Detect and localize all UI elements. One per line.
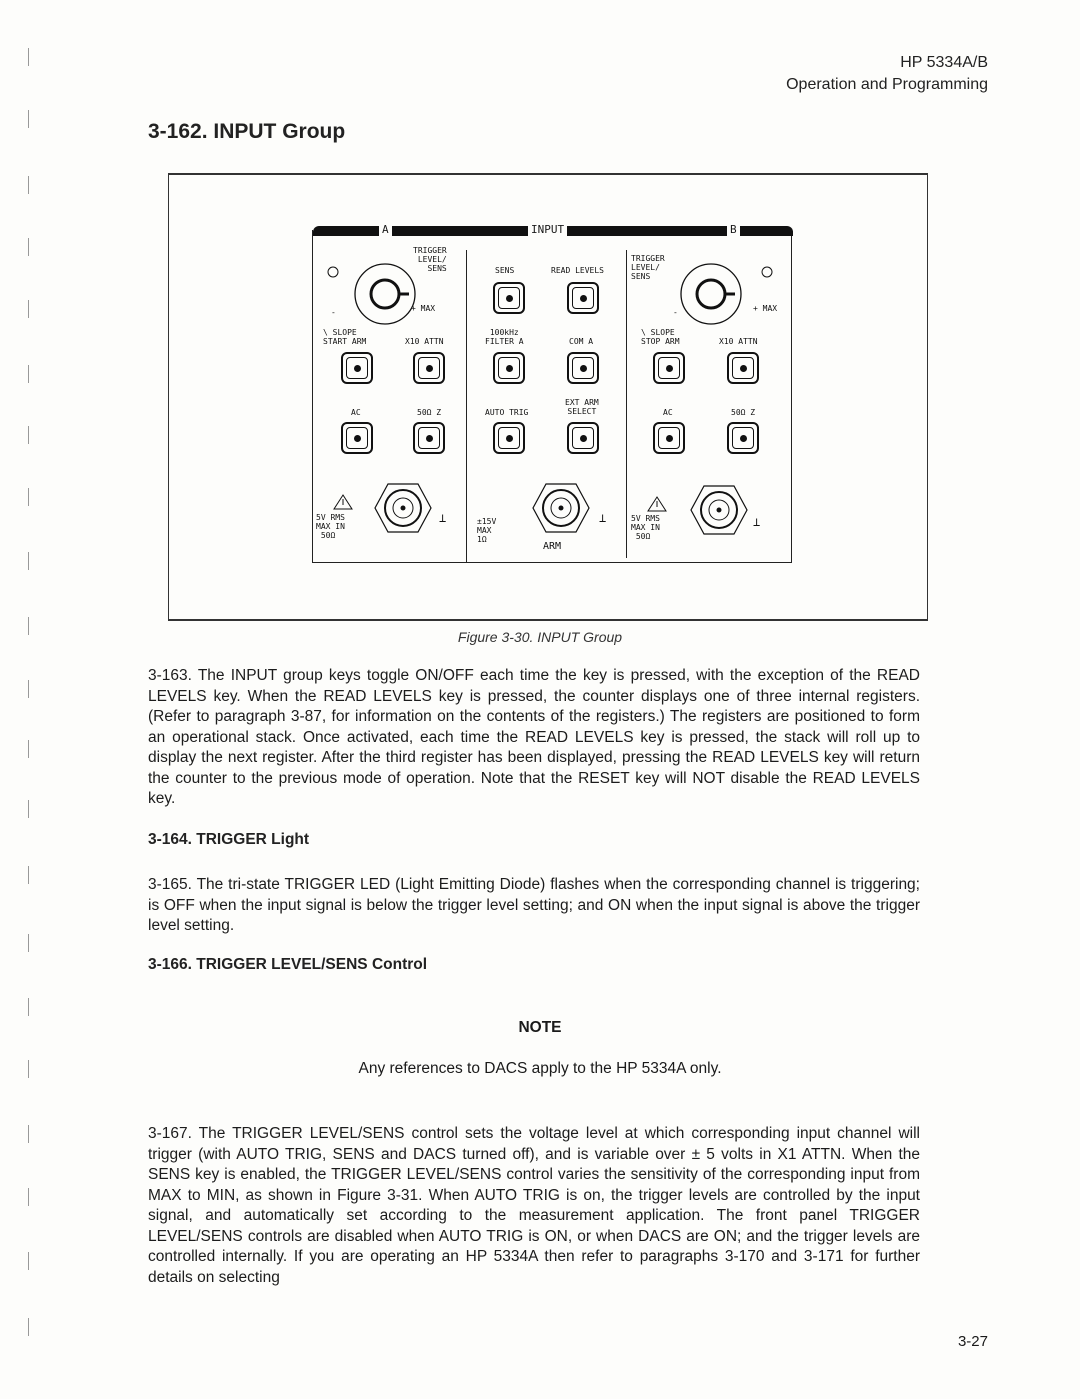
ground-icon-b: ⊥ — [753, 515, 761, 529]
minus-label-b: - — [673, 308, 678, 317]
binding-mark — [28, 1252, 41, 1270]
divider-right — [626, 250, 627, 558]
ext-arm-select-key[interactable] — [567, 422, 599, 454]
heading-3-166: 3-166. TRIGGER LEVEL/SENS Control — [148, 956, 428, 973]
ac-label-b: AC — [663, 408, 673, 417]
start-arm-label: \ SLOPE START ARM — [323, 328, 367, 346]
binding-mark — [28, 488, 41, 506]
filter-a-key[interactable] — [493, 352, 525, 384]
ext-arm-label: EXT ARM SELECT — [565, 398, 599, 416]
binding-mark — [28, 300, 41, 318]
stop-arm-label: \ SLOPE STOP ARM — [641, 328, 680, 346]
binding-mark — [28, 238, 41, 256]
input-panel: A INPUT B TRIGGER LEVEL/ SENS - + MAX \ … — [312, 223, 793, 563]
binding-mark — [28, 866, 41, 884]
minus-label-a: - — [331, 308, 336, 317]
ac-key-a[interactable] — [341, 422, 373, 454]
binding-mark — [28, 740, 41, 758]
x10-attn-label-b: X10 ATTN — [719, 337, 758, 346]
x10-attn-key-a[interactable] — [413, 352, 445, 384]
binding-mark — [28, 998, 41, 1016]
50ohm-key-b[interactable] — [727, 422, 759, 454]
channel-b-label: B — [727, 223, 740, 236]
max-label-a: + MAX — [411, 304, 436, 313]
input-spec-a: 5V RMS MAX IN 50Ω — [316, 513, 345, 540]
ground-icon-a: ⊥ — [439, 511, 447, 525]
50ohm-label-a: 50Ω Z — [417, 408, 442, 417]
trigger-level-label-a: TRIGGER LEVEL/ SENS — [413, 246, 447, 273]
x10-attn-key-b[interactable] — [727, 352, 759, 384]
binding-mark — [28, 934, 41, 952]
auto-trig-key[interactable] — [493, 422, 525, 454]
com-a-label: COM A — [569, 337, 594, 346]
binding-mark — [28, 365, 41, 383]
x10-attn-label-a: X10 ATTN — [405, 337, 444, 346]
binding-mark — [28, 680, 41, 698]
binding-mark — [28, 176, 41, 194]
warning-icon-a — [333, 494, 353, 510]
trigger-level-knob-b[interactable] — [649, 250, 789, 330]
bnc-connector-b — [690, 485, 748, 535]
panel-title: INPUT — [528, 223, 568, 236]
channel-a-label: A — [379, 223, 392, 236]
filter-label: 100kHz FILTER A — [485, 328, 524, 346]
arm-spec: ±15V MAX 1Ω — [477, 517, 497, 544]
binding-mark — [28, 110, 41, 128]
com-a-key[interactable] — [567, 352, 599, 384]
stop-arm-key[interactable] — [653, 352, 685, 384]
bnc-connector-arm — [532, 483, 590, 533]
ac-key-b[interactable] — [653, 422, 685, 454]
binding-mark — [28, 800, 41, 818]
50ohm-key-a[interactable] — [413, 422, 445, 454]
warning-icon-b — [647, 496, 667, 512]
header-model: HP 5334A/B — [900, 54, 988, 71]
sens-key[interactable] — [493, 282, 525, 314]
page-number: 3-27 — [957, 1333, 988, 1350]
read-levels-label: READ LEVELS — [551, 266, 604, 275]
binding-mark — [28, 552, 41, 570]
section-title: 3-162. INPUT Group — [148, 120, 346, 143]
start-arm-key[interactable] — [341, 352, 373, 384]
arm-label: ARM — [543, 541, 562, 552]
note-text: Any references to DACS apply to the HP 5… — [358, 1060, 722, 1077]
ac-label-a: AC — [351, 408, 361, 417]
sens-label: SENS — [495, 266, 515, 275]
divider-left — [466, 250, 467, 562]
binding-mark — [28, 1318, 41, 1336]
note-title: NOTE — [518, 1019, 562, 1036]
binding-mark — [28, 1125, 41, 1143]
heading-3-164: 3-164. TRIGGER Light — [148, 831, 310, 848]
50ohm-label-b: 50Ω Z — [731, 408, 756, 417]
paragraph-3-167: 3-167. The TRIGGER LEVEL/SENS control se… — [148, 1125, 920, 1286]
binding-mark — [28, 48, 41, 66]
bnc-connector-a — [374, 483, 432, 533]
auto-trig-label: AUTO TRIG — [485, 408, 529, 417]
ground-icon-arm: ⊥ — [599, 511, 607, 525]
max-label-b: + MAX — [753, 304, 778, 313]
header-section: Operation and Programming — [786, 76, 988, 93]
input-spec-b: 5V RMS MAX IN 50Ω — [631, 514, 660, 541]
figure-caption: Figure 3-30. INPUT Group — [457, 629, 623, 645]
paragraph-3-165: 3-165. The tri-state TRIGGER LED (Light … — [148, 876, 920, 934]
paragraph-3-163: 3-163. The INPUT group keys toggle ON/OF… — [148, 667, 920, 807]
binding-mark — [28, 1188, 41, 1206]
binding-mark — [28, 426, 41, 444]
read-levels-key[interactable] — [567, 282, 599, 314]
